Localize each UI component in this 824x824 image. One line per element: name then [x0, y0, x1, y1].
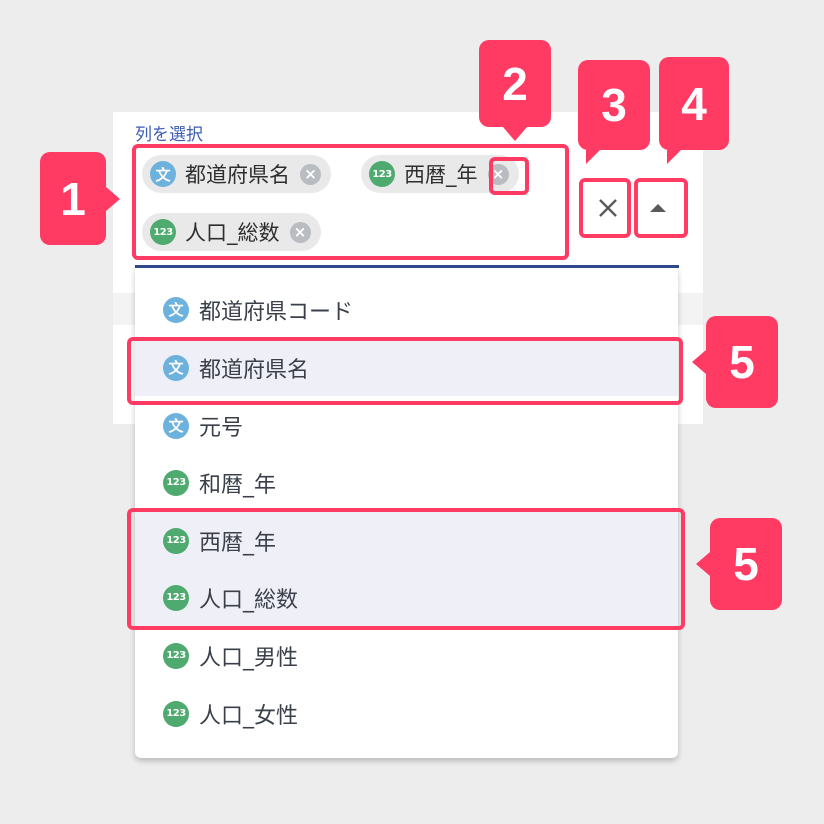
option-population-female[interactable]: 123 人口_女性 [135, 685, 678, 742]
annotation-badge-3: 3 [578, 60, 650, 164]
annotation-badge-5b: 5 [696, 518, 782, 610]
option-label: 人口_男性 [199, 645, 299, 671]
option-population-male[interactable]: 123 人口_男性 [135, 627, 678, 684]
highlight-chip-remove [489, 157, 529, 195]
option-label: 元号 [199, 415, 244, 441]
option-label: 和暦_年 [199, 472, 277, 498]
option-prefecture-code[interactable]: 文 都道府県コード [135, 281, 678, 338]
text-type-icon: 文 [163, 296, 189, 323]
number-type-icon: 123 [163, 642, 189, 669]
number-type-icon: 123 [163, 469, 189, 496]
highlight-toggle [634, 178, 688, 238]
highlight-clear-all [579, 178, 631, 238]
highlight-selected-option [127, 337, 683, 405]
annotation-badge-5a: 5 [692, 316, 778, 408]
option-japanese-year[interactable]: 123 和暦_年 [135, 454, 678, 511]
text-type-icon: 文 [163, 412, 189, 439]
option-label: 人口_女性 [199, 703, 299, 729]
annotation-badge-4: 4 [659, 57, 729, 164]
option-era[interactable]: 文 元号 [135, 397, 678, 454]
option-label: 都道府県コード [199, 299, 354, 325]
annotation-badge-1: 1 [40, 152, 120, 245]
field-label: 列を選択 [135, 125, 203, 145]
number-type-icon: 123 [163, 700, 189, 727]
highlight-selected-options [127, 508, 685, 630]
annotation-badge-2: 2 [479, 40, 551, 141]
